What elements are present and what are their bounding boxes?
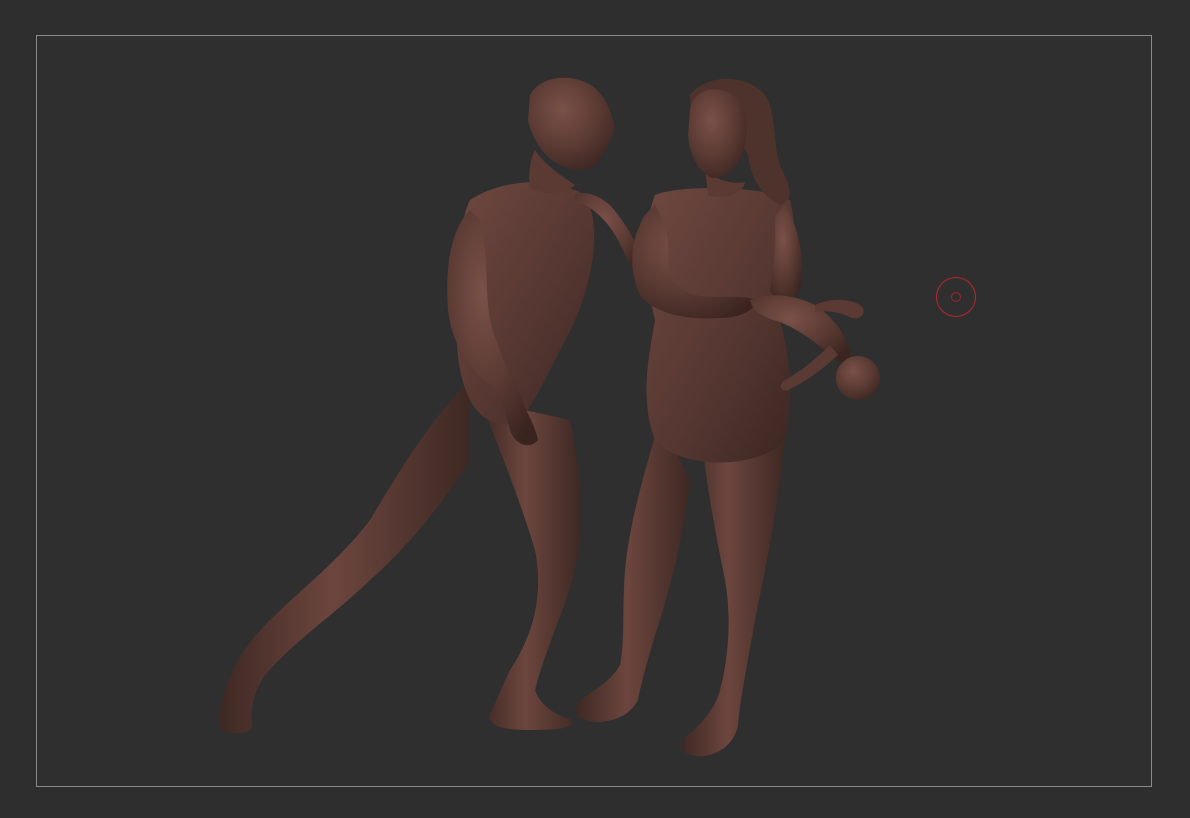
female-torso [645, 188, 795, 463]
adult-female-figure [575, 78, 802, 757]
3d-viewport[interactable] [0, 0, 1190, 818]
adult-male-figure [218, 77, 645, 734]
female-back-leg [575, 420, 690, 722]
brush-cursor-center [951, 292, 961, 302]
female-front-leg [681, 420, 785, 757]
sculpt-model-view[interactable] [0, 0, 1190, 818]
male-back-leg [218, 380, 470, 734]
female-head [688, 89, 747, 178]
infant-head [836, 356, 880, 400]
male-front-leg [480, 400, 581, 730]
infant-arm [780, 345, 838, 391]
male-head [528, 77, 615, 170]
brush-cursor-icon [936, 277, 976, 317]
